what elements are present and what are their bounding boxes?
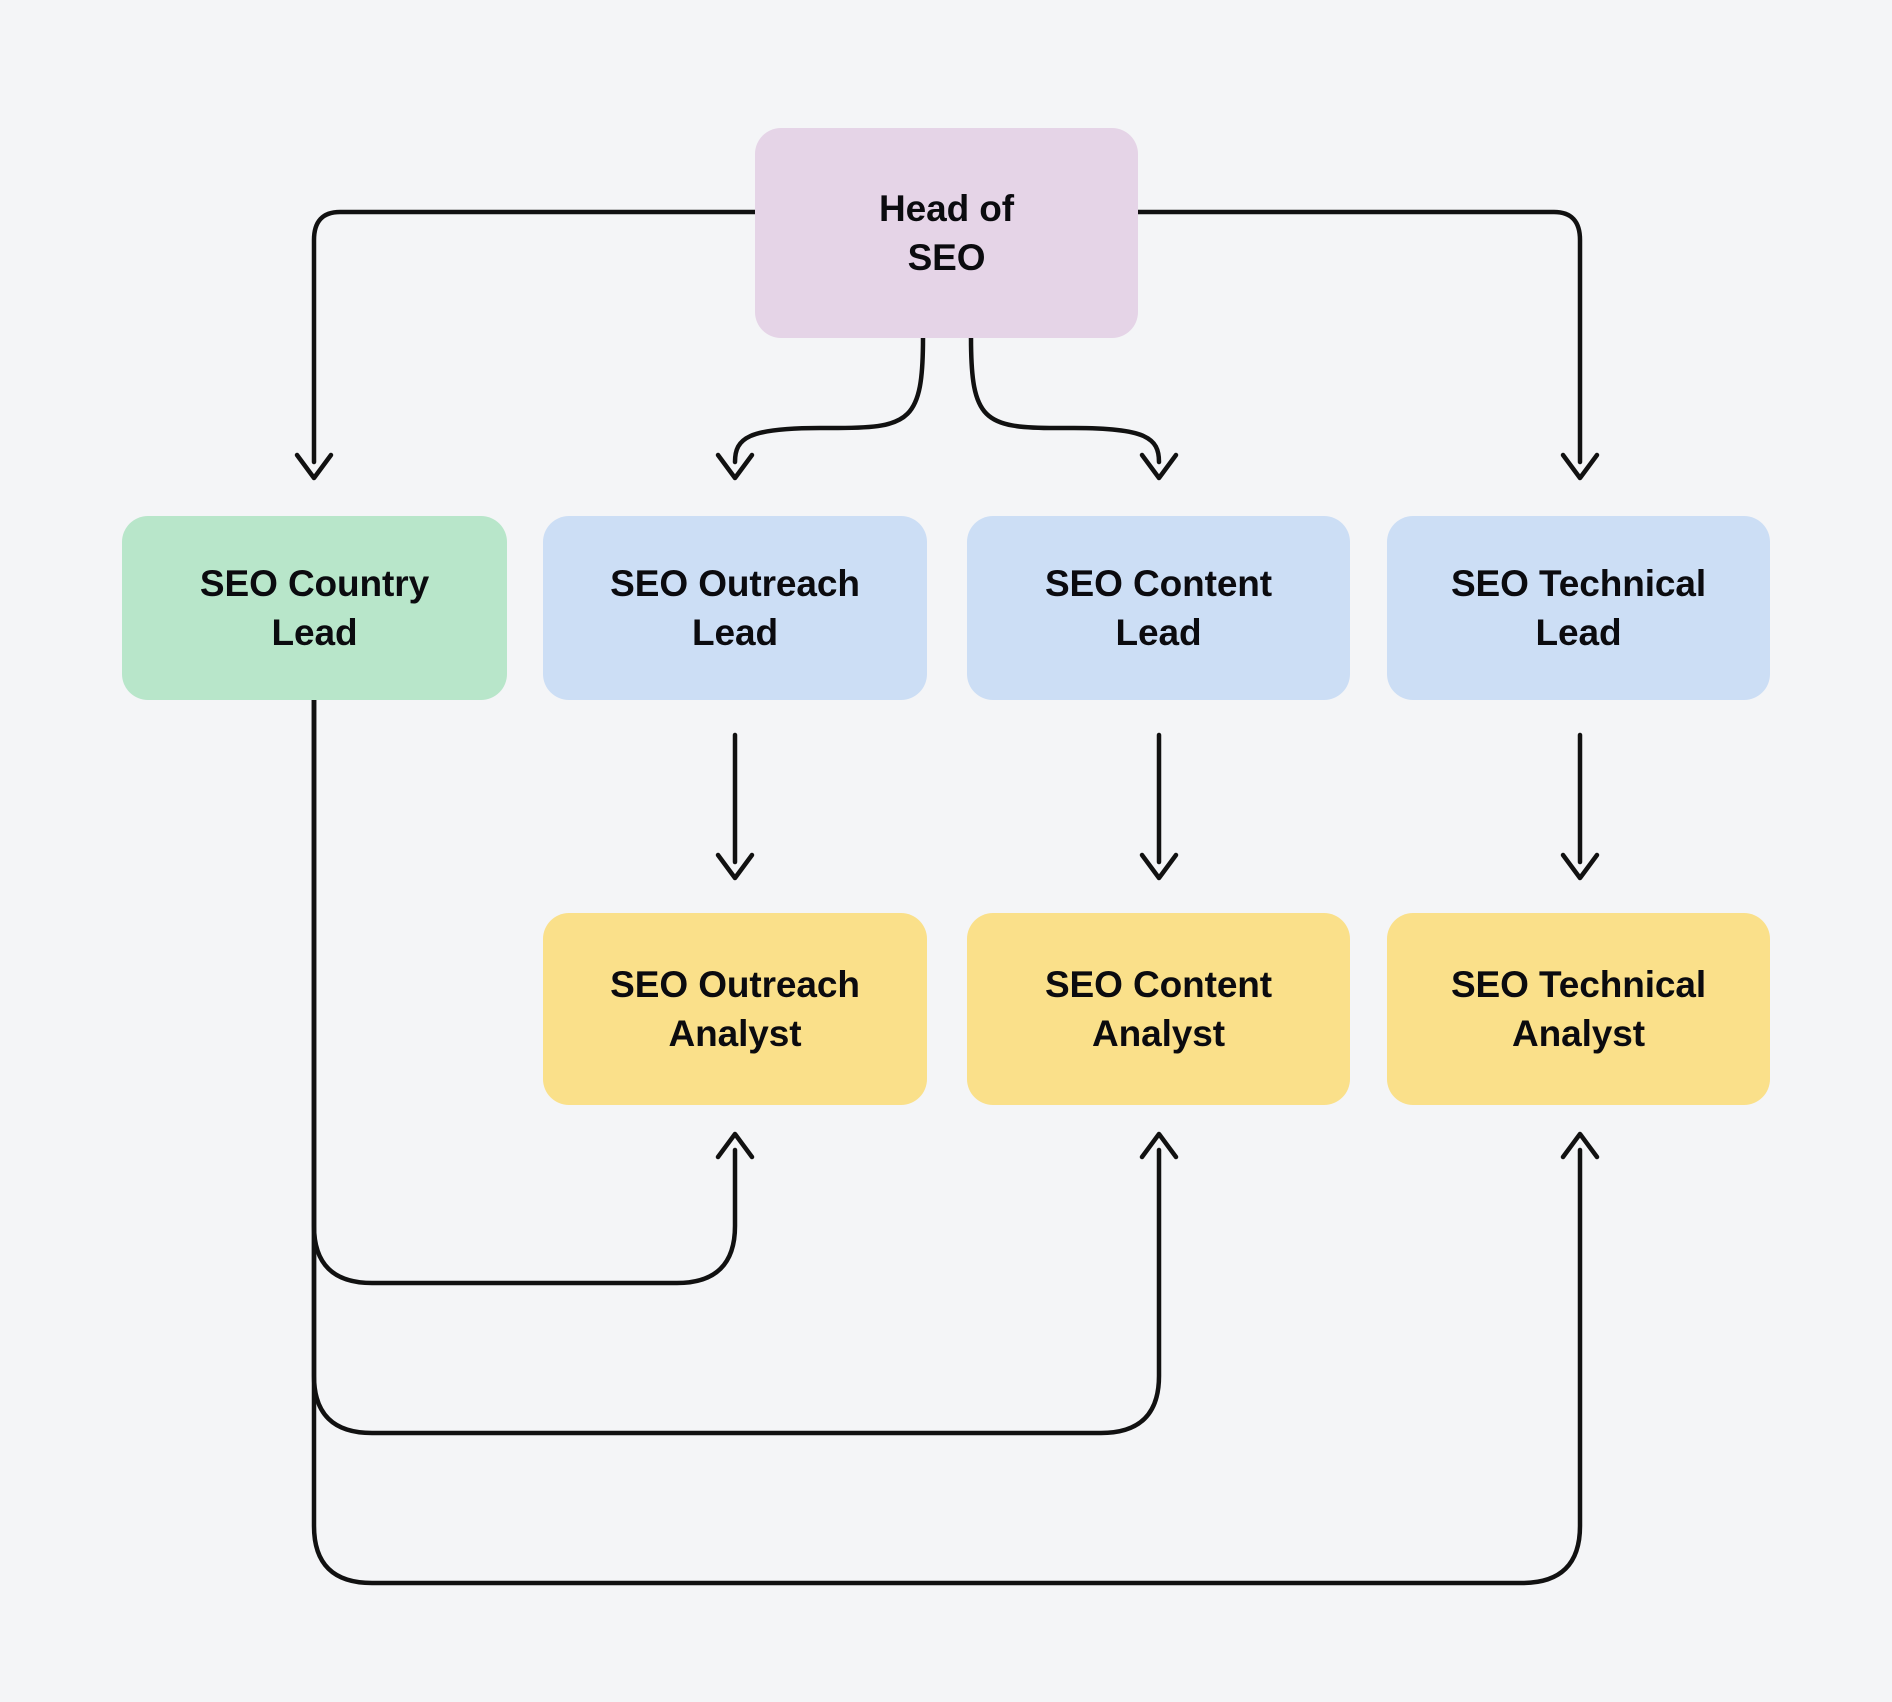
arrowhead-icon (715, 852, 755, 881)
edge-line (732, 335, 926, 465)
edge-head-to-outreach-lead (715, 335, 926, 481)
node-seo-content-analyst[interactable]: SEO Content Analyst (967, 913, 1350, 1105)
edge-country-lead-to-technical-analyst (311, 697, 1600, 1586)
arrowhead-icon (1139, 852, 1179, 881)
edge-line (311, 697, 1583, 1586)
arrowhead-icon (1560, 452, 1600, 481)
node-seo-outreach-lead[interactable]: SEO Outreach Lead (543, 516, 927, 700)
arrowhead-icon (715, 1131, 755, 1160)
edge-head-to-technical-lead (1135, 209, 1600, 481)
edge-line (311, 209, 758, 465)
arrowhead-icon (1139, 1131, 1179, 1160)
node-seo-content-lead[interactable]: SEO Content Lead (967, 516, 1350, 700)
arrowhead-icon (1560, 852, 1600, 881)
edge-head-to-content-lead (968, 335, 1179, 481)
arrowhead-icon (294, 452, 334, 481)
node-seo-technical-lead[interactable]: SEO Technical Lead (1387, 516, 1770, 700)
node-seo-technical-analyst[interactable]: SEO Technical Analyst (1387, 913, 1770, 1105)
edge-head-to-country-lead (294, 209, 758, 481)
edge-line (968, 335, 1162, 465)
node-head-of-seo[interactable]: Head of SEO (755, 128, 1138, 338)
node-seo-country-lead[interactable]: SEO Country Lead (122, 516, 507, 700)
arrowhead-icon (715, 452, 755, 481)
edge-outreach-lead-to-outreach-analyst (715, 732, 755, 881)
arrowhead-icon (1139, 452, 1179, 481)
edge-technical-lead-to-technical-analyst (1560, 732, 1600, 881)
edge-content-lead-to-content-analyst (1139, 732, 1179, 881)
arrowhead-icon (1560, 1131, 1600, 1160)
org-chart-diagram: Head of SEO SEO Country Lead SEO Outreach … (0, 0, 1892, 1702)
edge-line (1135, 209, 1583, 465)
node-seo-outreach-analyst[interactable]: SEO Outreach Analyst (543, 913, 927, 1105)
